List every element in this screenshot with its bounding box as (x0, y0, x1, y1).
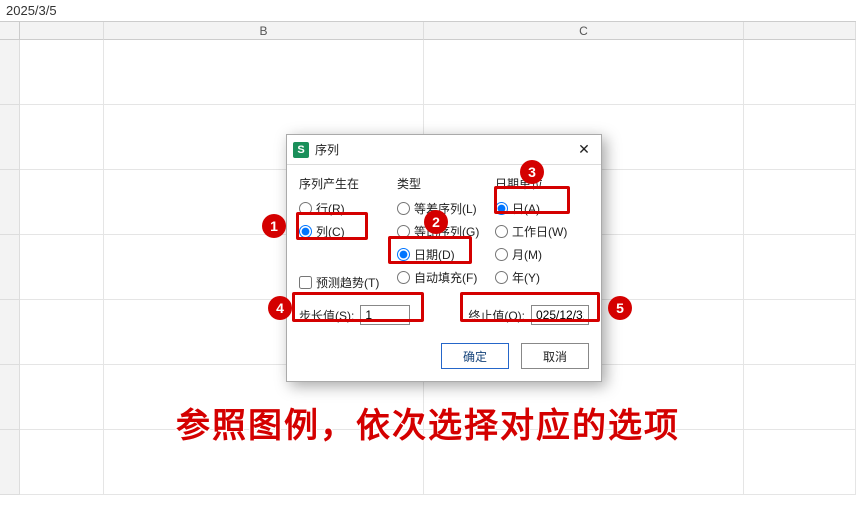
cell[interactable] (744, 300, 856, 365)
dialog-title: 序列 (315, 141, 567, 158)
radio-column[interactable]: 列(C) (299, 223, 393, 240)
close-icon[interactable]: ✕ (573, 139, 595, 161)
cell[interactable] (424, 40, 744, 105)
group-type: 类型 等差序列(L) 等比序列(G) 日期(D) 自动填充(F) (397, 175, 491, 291)
radio-day[interactable]: 日(A) (495, 200, 589, 217)
select-all-corner[interactable] (0, 22, 20, 40)
app-icon: S (293, 142, 309, 158)
row-header[interactable] (0, 300, 20, 365)
cell[interactable] (424, 430, 744, 495)
cell-active[interactable] (20, 40, 104, 105)
radio-weekday[interactable]: 工作日(W) (495, 223, 589, 240)
cell[interactable] (20, 300, 104, 365)
dialog-titlebar[interactable]: S 序列 ✕ (287, 135, 601, 165)
group-title-date-unit: 日期单位 (495, 175, 589, 192)
row-header[interactable] (0, 105, 20, 170)
col-header-rest (744, 22, 856, 40)
radio-arith[interactable]: 等差序列(L) (397, 200, 491, 217)
cell[interactable] (744, 235, 856, 300)
formula-bar[interactable]: 2025/3/5 (0, 0, 856, 22)
cell[interactable] (104, 430, 424, 495)
col-header-c[interactable]: C (424, 22, 744, 40)
checkbox-trend[interactable]: 预测趋势(T) (299, 274, 393, 291)
cancel-button[interactable]: 取消 (521, 343, 589, 369)
cell[interactable] (744, 105, 856, 170)
cell[interactable] (20, 170, 104, 235)
step-label: 步长值(S): (299, 307, 354, 324)
group-title-type: 类型 (397, 175, 491, 192)
ok-button[interactable]: 确定 (441, 343, 509, 369)
row-header[interactable] (0, 365, 20, 430)
step-input[interactable] (360, 305, 410, 325)
row-header[interactable] (0, 430, 20, 495)
radio-geom[interactable]: 等比序列(G) (397, 223, 491, 240)
cell[interactable] (744, 430, 856, 495)
group-produced-in: 序列产生在 行(R) 列(C) 预测趋势(T) (299, 175, 393, 291)
cell[interactable] (20, 365, 104, 430)
group-title-produced-in: 序列产生在 (299, 175, 393, 192)
group-date-unit: 日期单位 日(A) 工作日(W) 月(M) 年(Y) (495, 175, 589, 291)
cell[interactable] (20, 105, 104, 170)
end-input[interactable] (531, 305, 589, 325)
cell[interactable] (20, 235, 104, 300)
col-header-a[interactable] (20, 22, 104, 40)
cell[interactable] (20, 430, 104, 495)
series-dialog: S 序列 ✕ 序列产生在 行(R) 列(C) 预测趋势(T) 类型 等差序列(L… (286, 134, 602, 382)
row-header[interactable] (0, 235, 20, 300)
formula-bar-value: 2025/3/5 (6, 3, 57, 18)
radio-date[interactable]: 日期(D) (397, 246, 491, 263)
cell[interactable] (104, 40, 424, 105)
row-header[interactable] (0, 40, 20, 105)
cell[interactable] (744, 40, 856, 105)
end-label: 终止值(O): (468, 307, 525, 324)
column-headers: B C (0, 22, 856, 40)
cell[interactable] (744, 170, 856, 235)
radio-month[interactable]: 月(M) (495, 246, 589, 263)
cell[interactable] (744, 365, 856, 430)
radio-row[interactable]: 行(R) (299, 200, 393, 217)
radio-year[interactable]: 年(Y) (495, 269, 589, 286)
row-header[interactable] (0, 170, 20, 235)
radio-autofill[interactable]: 自动填充(F) (397, 269, 491, 286)
col-header-b[interactable]: B (104, 22, 424, 40)
